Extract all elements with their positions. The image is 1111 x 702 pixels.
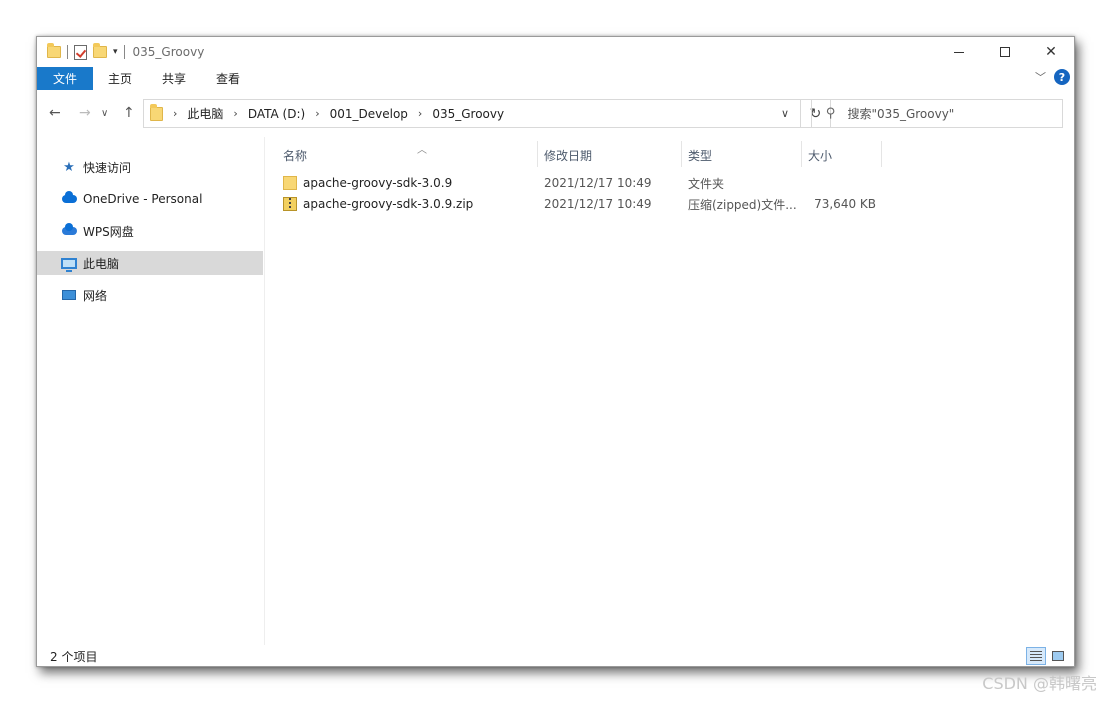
column-divider[interactable] <box>881 141 882 167</box>
file-type: 文件夹 <box>688 176 725 191</box>
back-arrow-icon[interactable]: ← <box>49 105 61 121</box>
breadcrumb-separator-icon[interactable]: › <box>418 107 422 120</box>
file-type: 压缩(zipped)文件... <box>688 197 797 212</box>
column-header-size[interactable]: 大小 <box>808 143 878 167</box>
sidebar-item-wps[interactable]: WPS网盘 <box>37 219 263 243</box>
column-header-label: 修改日期 <box>544 148 593 163</box>
sidebar-item-onedrive[interactable]: OneDrive - Personal <box>37 187 263 211</box>
folder-icon <box>47 43 61 58</box>
sidebar-item-label: 快速访问 <box>83 160 132 175</box>
folder-icon <box>283 176 297 190</box>
expand-ribbon-chevron-icon[interactable]: ﹀ <box>1035 69 1046 85</box>
details-view-button[interactable] <box>1026 647 1046 665</box>
maximize-button[interactable] <box>982 37 1028 67</box>
new-folder-icon[interactable] <box>93 43 107 58</box>
help-icon[interactable]: ? <box>1054 69 1070 85</box>
up-arrow-icon[interactable]: ↑ <box>123 105 135 121</box>
tab-home[interactable]: 主页 <box>93 67 147 90</box>
address-history-dropdown-icon[interactable]: ∨ <box>770 100 800 127</box>
minimize-icon <box>954 51 964 53</box>
large-icons-view-icon <box>1052 651 1064 661</box>
table-row[interactable]: apache-groovy-sdk-3.0.9.zip 2021/12/17 1… <box>283 194 883 214</box>
title-bar: ▾ 035_Groovy ✕ <box>37 37 1074 67</box>
divider <box>123 45 125 59</box>
address-folder-icon <box>150 103 163 121</box>
search-icon: ⚲ <box>826 106 836 121</box>
close-button[interactable]: ✕ <box>1028 37 1074 67</box>
sidebar-item-this-pc[interactable]: 此电脑 <box>37 251 263 275</box>
view-toggle <box>1026 647 1068 665</box>
breadcrumb-separator-icon[interactable]: › <box>173 107 177 120</box>
sort-ascending-icon: ︿ <box>417 145 427 156</box>
divider <box>67 45 68 59</box>
details-view-icon <box>1030 651 1042 661</box>
network-icon <box>61 288 77 302</box>
breadcrumb-groovy[interactable]: 035_Groovy <box>432 107 504 121</box>
tab-view[interactable]: 查看 <box>201 67 255 90</box>
file-name: apache-groovy-sdk-3.0.9.zip <box>303 197 474 211</box>
search-box[interactable]: ⚲ 搜索"035_Groovy" <box>811 99 1063 128</box>
column-header-label: 大小 <box>808 148 833 163</box>
navigation-pane: ★ 快速访问 OneDrive - Personal WPS网盘 此电脑 网络 <box>37 137 265 645</box>
sidebar-item-network[interactable]: 网络 <box>37 283 263 307</box>
column-header-name[interactable]: 名称 ︿ <box>283 143 537 167</box>
forward-arrow-icon[interactable]: → <box>79 105 91 121</box>
window-title: 035_Groovy <box>132 45 205 59</box>
column-header-label: 名称 <box>283 148 308 163</box>
file-date: 2021/12/17 10:49 <box>544 197 652 211</box>
column-divider[interactable] <box>801 141 802 167</box>
column-divider[interactable] <box>537 141 538 167</box>
quick-access-toolbar: ▾ <box>37 43 125 60</box>
search-input[interactable]: 搜索"035_Groovy" <box>848 105 955 122</box>
column-header-date[interactable]: 修改日期 <box>544 143 684 167</box>
status-bar: 2 个项目 <box>37 645 1074 667</box>
breadcrumb: › 此电脑 › DATA (D:) › 001_Develop › 035_Gr… <box>173 105 508 122</box>
file-name: apache-groovy-sdk-3.0.9 <box>303 176 453 190</box>
breadcrumb-separator-icon[interactable]: › <box>233 107 237 120</box>
file-list: 名称 ︿ 修改日期 类型 大小 apache-groovy-sdk-3.0.9 … <box>269 137 1074 645</box>
table-row[interactable]: apache-groovy-sdk-3.0.9 2021/12/17 10:49… <box>283 173 883 193</box>
maximize-icon <box>1000 47 1010 57</box>
close-icon: ✕ <box>1045 44 1057 60</box>
window-controls: ✕ <box>936 37 1074 67</box>
sidebar-item-quick-access[interactable]: ★ 快速访问 <box>37 155 263 179</box>
zip-icon <box>283 197 297 211</box>
wps-cloud-icon <box>61 223 77 238</box>
column-divider[interactable] <box>681 141 682 167</box>
sidebar-item-label: OneDrive - Personal <box>83 192 203 206</box>
ribbon-tabs: 文件 主页 共享 查看 ﹀ ? <box>37 67 1074 90</box>
sidebar-item-label: 网络 <box>83 288 108 303</box>
customize-toolbar-dropdown-icon[interactable]: ▾ <box>113 47 118 57</box>
breadcrumb-this-pc[interactable]: 此电脑 <box>187 105 223 122</box>
watermark: CSDN @韩曙亮 <box>982 674 1097 693</box>
tab-file[interactable]: 文件 <box>37 67 94 90</box>
properties-icon[interactable] <box>74 44 87 60</box>
tab-share[interactable]: 共享 <box>147 67 201 90</box>
breadcrumb-develop[interactable]: 001_Develop <box>330 107 408 121</box>
column-header-label: 类型 <box>688 148 713 163</box>
column-header-type[interactable]: 类型 <box>688 143 800 167</box>
onedrive-cloud-icon <box>61 191 77 206</box>
sidebar-item-label: WPS网盘 <box>83 224 134 239</box>
ribbon-right-controls: ﹀ ? <box>1035 69 1070 85</box>
recent-locations-chevron-icon[interactable]: ∨ <box>101 108 108 119</box>
navigation-bar: ← → ∨ ↑ › 此电脑 › DATA (D:) › 001_Develop … <box>37 97 1074 129</box>
large-icons-view-button[interactable] <box>1048 647 1068 665</box>
minimize-button[interactable] <box>936 37 982 67</box>
item-count: 2 个项目 <box>50 649 98 664</box>
breadcrumb-separator-icon[interactable]: › <box>315 107 319 120</box>
address-bar[interactable]: › 此电脑 › DATA (D:) › 001_Develop › 035_Gr… <box>143 99 801 128</box>
computer-icon <box>61 256 77 272</box>
sidebar-item-label: 此电脑 <box>83 256 120 271</box>
explorer-window: ▾ 035_Groovy ✕ 文件 主页 共享 查看 ﹀ ? ← → ∨ ↑ ›… <box>36 36 1075 667</box>
file-date: 2021/12/17 10:49 <box>544 176 652 190</box>
star-icon: ★ <box>63 159 75 175</box>
breadcrumb-drive[interactable]: DATA (D:) <box>248 107 305 121</box>
file-size: 73,640 KB <box>814 197 876 211</box>
